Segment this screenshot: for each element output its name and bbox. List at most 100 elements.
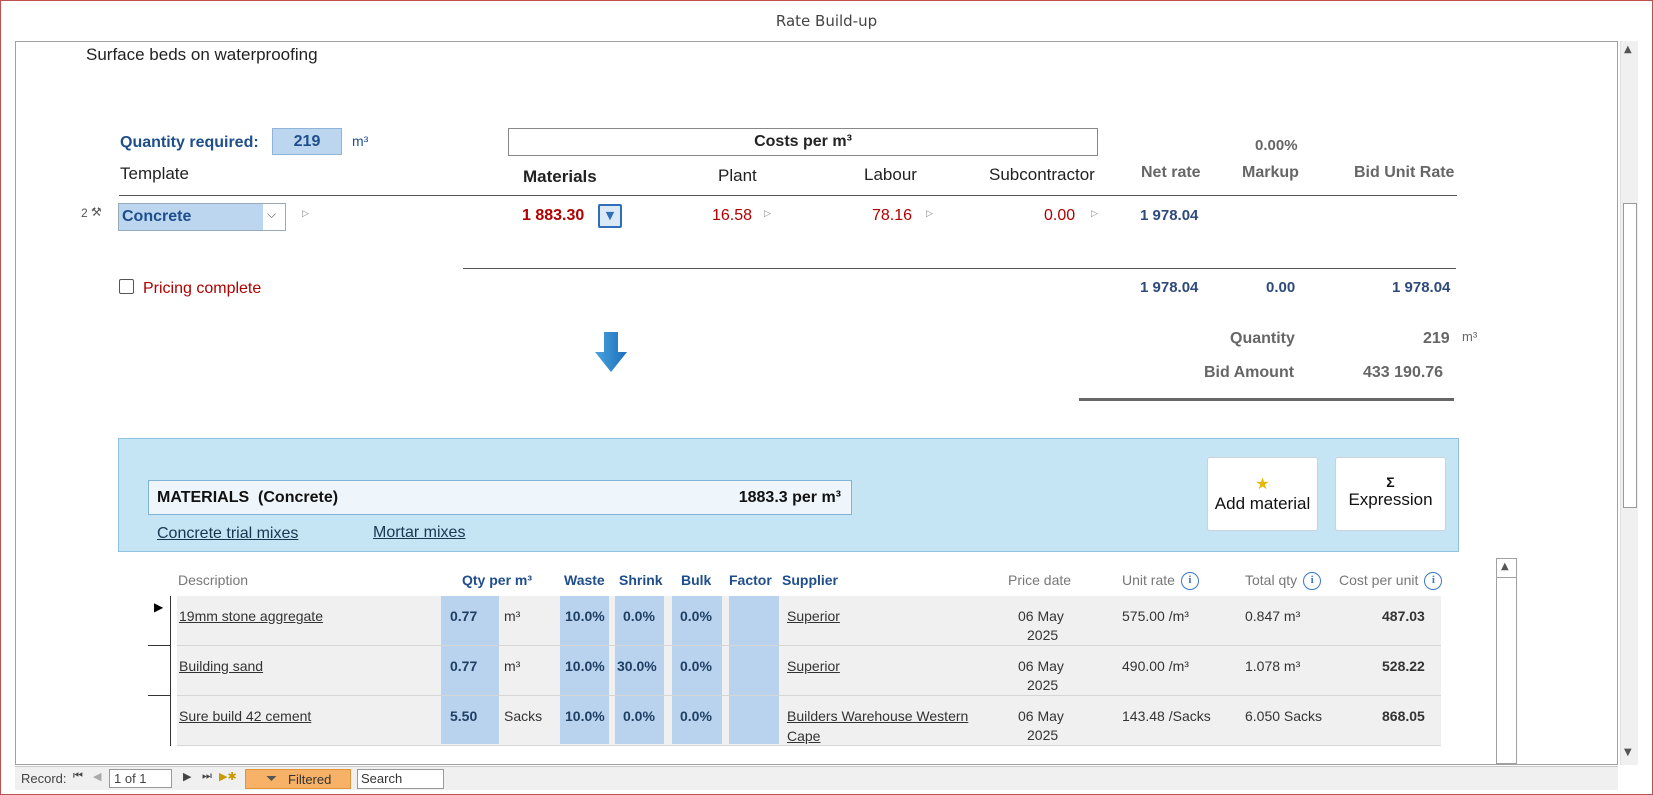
labour-value: 78.16 — [872, 207, 913, 224]
cell-waste[interactable]: 10.0% — [565, 608, 605, 624]
col-net-rate: Net rate — [1141, 164, 1201, 181]
cell-bulk[interactable]: 0.0% — [680, 658, 712, 674]
record-label: Record: — [21, 771, 67, 786]
plant-value: 16.58 — [712, 207, 753, 224]
quantity-label: Quantity required: — [120, 134, 259, 151]
summary-quantity-label: Quantity — [1230, 330, 1295, 347]
template-select[interactable]: Concrete ⌵ — [118, 203, 286, 231]
row-index: 2 — [81, 206, 88, 220]
cell-shrink[interactable]: 0.0% — [623, 708, 655, 724]
mortar-mixes-link[interactable]: Mortar mixes — [373, 524, 465, 542]
scroll-up-icon[interactable]: ▲ — [1501, 561, 1509, 572]
bid-amount-label: Bid Amount — [1204, 364, 1295, 381]
down-arrow-icon — [595, 332, 627, 372]
item-description: Surface beds on waterproofing — [86, 45, 318, 64]
materials-dropdown-button[interactable]: ▼ — [598, 204, 622, 228]
search-input[interactable]: Search — [357, 769, 444, 789]
next-record-icon[interactable]: ▶ — [183, 770, 191, 783]
cell-bulk[interactable]: 0.0% — [680, 708, 712, 724]
cell-price-date-year: 2025 — [1027, 727, 1059, 743]
row-separator — [148, 645, 170, 646]
cell-waste[interactable]: 10.0% — [565, 708, 605, 724]
cell-description[interactable]: Building sand — [179, 658, 263, 674]
markup-percent[interactable]: 0.00% — [1255, 137, 1298, 154]
info-icon[interactable]: i — [1424, 572, 1443, 591]
grid-header-shrink: Shrink — [619, 572, 663, 588]
info-icon[interactable]: i — [1303, 572, 1322, 591]
table-row[interactable]: Building sand 0.77 m³ 10.0% 30.0% 0.0% Superio… — [177, 646, 1441, 696]
cell-price-date-year: 2025 — [1027, 677, 1059, 693]
cell-unit-rate: 575.00 /m³ — [1122, 608, 1189, 624]
cell-shrink[interactable]: 30.0% — [617, 658, 657, 674]
subcontractor-value: 0.00 — [1044, 207, 1076, 224]
cell-description[interactable]: 19mm stone aggregate — [179, 608, 323, 624]
materials-title-box: MATERIALS (Concrete) 1883.3 per m³ — [148, 480, 852, 515]
template-label: Template — [120, 164, 189, 183]
col-bid-unit-rate: Bid Unit Rate — [1354, 164, 1455, 181]
tools-icon[interactable]: ⚒ — [91, 205, 102, 219]
grid-header-supplier: Supplier — [782, 572, 839, 588]
grid-header-total-qty: Total qty i — [1245, 572, 1322, 591]
net-rate-value: 1 978.04 — [1140, 207, 1199, 224]
cell-unit-rate: 490.00 /m³ — [1122, 658, 1189, 674]
cell-qty[interactable]: 0.77 — [450, 658, 477, 674]
plant-expand-icon[interactable]: ▷ — [764, 209, 771, 219]
scroll-down-icon[interactable]: ▼ — [1624, 747, 1632, 758]
quantity-input[interactable]: 219 — [272, 128, 342, 155]
filter-toggle-button[interactable]: ⏷ Filtered — [245, 769, 351, 789]
cell-bulk[interactable]: 0.0% — [680, 608, 712, 624]
cell-price-date: 06 May — [1018, 658, 1064, 674]
row-selector-icon[interactable]: ▶ — [154, 600, 163, 614]
cell-unit-rate: 143.48 /Sacks — [1122, 708, 1211, 724]
grid-header-qty: Qty per m³ — [462, 572, 533, 588]
cell-unit: Sacks — [504, 708, 543, 724]
cell-price-date: 06 May — [1018, 708, 1064, 724]
add-material-button[interactable]: ★ Add material — [1207, 457, 1318, 531]
total-net-rate: 1 978.04 — [1140, 279, 1199, 296]
window-title: Rate Build-up — [775, 12, 878, 30]
filter-label: Filtered — [288, 772, 332, 787]
cell-qty[interactable]: 5.50 — [450, 708, 477, 724]
cell-total-qty: 0.847 m³ — [1245, 608, 1301, 624]
scroll-thumb[interactable] — [1623, 203, 1637, 508]
filter-icon: ⏷ — [266, 770, 278, 786]
prev-record-icon[interactable]: ◀ — [93, 770, 101, 783]
col-labour: Labour — [864, 165, 917, 184]
row-separator — [148, 695, 170, 696]
expand-triangle-icon[interactable]: ▷ — [302, 209, 309, 219]
pricing-complete-checkbox[interactable] — [119, 279, 134, 294]
new-record-icon[interactable]: ▶✱ — [219, 770, 237, 783]
materials-total: 1883.3 per m³ — [738, 489, 841, 506]
last-record-icon[interactable]: ⏭ — [202, 770, 212, 783]
cell-supplier-line2[interactable]: Cape — [787, 728, 820, 744]
cell-waste[interactable]: 10.0% — [565, 658, 605, 674]
header-divider — [119, 195, 1457, 196]
vertical-scrollbar[interactable]: ▲ ▼ — [1620, 41, 1638, 765]
labour-expand-icon[interactable]: ▷ — [926, 209, 933, 219]
template-value: Concrete — [119, 204, 263, 230]
table-row[interactable]: Sure build 42 cement 5.50 Sacks 10.0% 0.0% 0.… — [177, 696, 1441, 746]
editable-cell-background — [729, 646, 779, 695]
subcontractor-expand-icon[interactable]: ▷ — [1091, 209, 1098, 219]
materials-value: 1 883.30 — [522, 207, 585, 224]
cell-supplier[interactable]: Superior — [787, 608, 840, 624]
first-record-icon[interactable]: ⏮ — [73, 770, 83, 783]
cell-price-date: 06 May — [1018, 608, 1064, 624]
cell-qty[interactable]: 0.77 — [450, 608, 477, 624]
cell-description[interactable]: Sure build 42 cement — [179, 708, 311, 724]
cell-supplier[interactable]: Superior — [787, 658, 840, 674]
concrete-trial-mixes-link[interactable]: Concrete trial mixes — [157, 525, 298, 543]
table-row[interactable]: 19mm stone aggregate 0.77 m³ 10.0% 0.0% 0.0% S… — [177, 596, 1441, 646]
cell-shrink[interactable]: 0.0% — [623, 608, 655, 624]
cell-total-qty: 6.050 Sacks — [1245, 708, 1323, 724]
info-icon[interactable]: i — [1180, 572, 1199, 591]
cell-supplier[interactable]: Builders Warehouse Western — [787, 708, 968, 724]
grid-header-cost-per-unit: Cost per unit i — [1339, 572, 1443, 591]
expression-button[interactable]: Σ Expression — [1335, 457, 1446, 531]
grid-scrollbar[interactable]: ▲ — [1496, 558, 1517, 764]
record-number-input[interactable]: 1 of 1 — [109, 769, 172, 788]
costs-header: Costs per m³ — [508, 128, 1098, 156]
chevron-down-icon[interactable]: ⌵ — [267, 207, 276, 222]
scroll-up-icon[interactable]: ▲ — [1624, 44, 1632, 55]
cell-unit: m³ — [504, 608, 521, 624]
